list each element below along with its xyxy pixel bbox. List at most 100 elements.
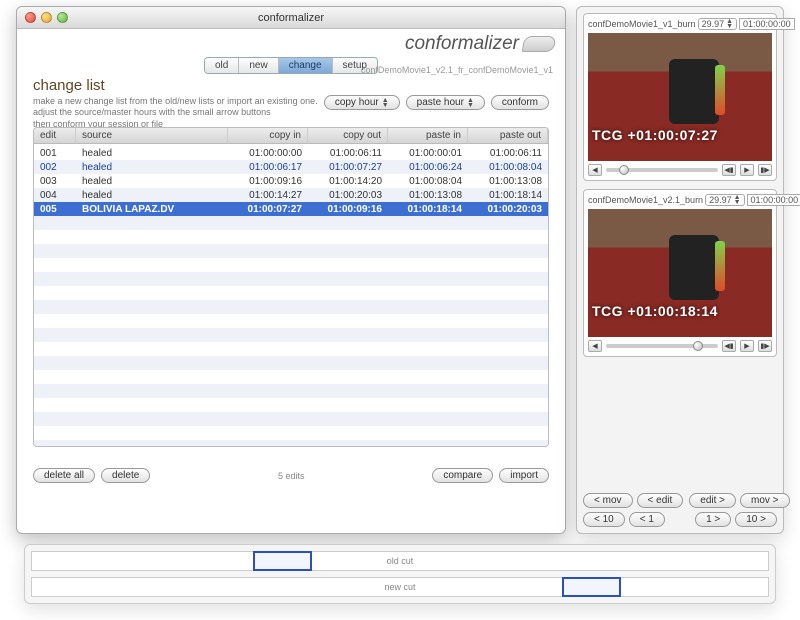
stepper-icon: ▲▼ (467, 98, 474, 108)
croissant-icon (522, 36, 557, 52)
table-footer: delete all delete 5 edits compare import (33, 468, 549, 483)
cut-timeline: old cut new cut (24, 544, 776, 604)
titlebar: conformalizer (17, 7, 565, 29)
table-row-empty (34, 258, 548, 272)
timecode-box[interactable]: 01:00:00:00 (747, 194, 800, 206)
table-row-empty (34, 356, 548, 370)
playhead-icon[interactable] (619, 165, 629, 175)
table-cell: 005 (34, 204, 76, 215)
tab-change[interactable]: change (279, 58, 333, 73)
table-cell: 01:00:07:27 (308, 162, 388, 173)
table-cell: 01:00:06:17 (228, 162, 308, 173)
table-body[interactable]: 001healed01:00:00:0001:00:06:1101:00:00:… (34, 146, 548, 446)
table-cell: 003 (34, 176, 76, 187)
table-row[interactable]: 002healed01:00:06:1701:00:07:2701:00:06:… (34, 160, 548, 174)
prev-mov-button[interactable]: < mov (583, 493, 633, 508)
table-row[interactable]: 003healed01:00:09:1601:00:14:2001:00:08:… (34, 174, 548, 188)
volume-icon[interactable]: ◀ (588, 164, 602, 176)
old-cut-track[interactable]: old cut (31, 551, 769, 571)
window-title: conformalizer (17, 12, 565, 24)
new-cut-label: new cut (384, 582, 415, 592)
table-cell: 01:00:08:04 (388, 176, 468, 187)
session-name: confDemoMovie1_v2.1_fr_confDemoMovie1_v1 (361, 65, 553, 75)
video-content (669, 235, 719, 300)
step-fwd-icon[interactable]: ▮▶ (758, 340, 772, 352)
table-row-empty (34, 216, 548, 230)
video-preview[interactable]: TCG +01:00:18:14 (588, 209, 772, 337)
scrubber: ◀ ◀▮ ▶ ▮▶ (588, 164, 772, 176)
old-cut-block[interactable] (253, 551, 312, 571)
table-row-empty (34, 384, 548, 398)
table-cell: 01:00:09:16 (308, 204, 388, 215)
video-preview[interactable]: TCG +01:00:07:27 (588, 33, 772, 161)
col-source[interactable]: source (76, 128, 228, 143)
stepper-icon: ▲▼ (726, 19, 733, 29)
stepper-icon: ▲▼ (382, 98, 389, 108)
table-cell: 01:00:00:01 (388, 148, 468, 159)
fps-selector[interactable]: 29.97 ▲▼ (705, 194, 744, 206)
col-copy-out[interactable]: copy out (308, 128, 388, 143)
table-row-empty (34, 272, 548, 286)
table-cell: BOLIVIA LAPAZ.DV (76, 204, 228, 215)
back-10-button[interactable]: < 10 (583, 512, 625, 527)
table-row[interactable]: 004healed01:00:14:2701:00:20:0301:00:13:… (34, 188, 548, 202)
next-edit-button[interactable]: edit > (689, 493, 736, 508)
paste-hour-button[interactable]: paste hour ▲▼ (406, 95, 485, 110)
col-edit[interactable]: edit (34, 128, 76, 143)
next-mov-button[interactable]: mov > (740, 493, 790, 508)
fwd-10-button[interactable]: 10 > (735, 512, 777, 527)
timecode-box[interactable]: 01:00:00:00 (739, 18, 795, 30)
preview-panel: confDemoMovie1_v1_burn29.97 ▲▼01:00:00:0… (576, 6, 784, 534)
table-row-empty (34, 440, 548, 446)
table-row-empty (34, 230, 548, 244)
table-row[interactable]: 005BOLIVIA LAPAZ.DV01:00:07:2701:00:09:1… (34, 202, 548, 216)
import-button[interactable]: import (499, 468, 549, 483)
section-title: change list (33, 77, 549, 94)
fps-selector[interactable]: 29.97 ▲▼ (698, 18, 737, 30)
playhead-icon[interactable] (693, 341, 703, 351)
compare-button[interactable]: compare (432, 468, 493, 483)
table-cell: 01:00:14:27 (228, 190, 308, 201)
step-back-icon[interactable]: ◀▮ (722, 340, 736, 352)
table-cell: 01:00:14:20 (308, 176, 388, 187)
volume-icon[interactable]: ◀ (588, 340, 602, 352)
table-cell: 01:00:06:11 (468, 148, 548, 159)
delete-all-button[interactable]: delete all (33, 468, 95, 483)
table-cell: 004 (34, 190, 76, 201)
step-back-icon[interactable]: ◀▮ (722, 164, 736, 176)
tab-old[interactable]: old (205, 58, 239, 73)
table-cell: 002 (34, 162, 76, 173)
table-row-empty (34, 328, 548, 342)
brand-text: conformalizer (405, 33, 519, 55)
table-cell: 01:00:13:08 (388, 190, 468, 201)
col-copy-in[interactable]: copy in (228, 128, 308, 143)
copy-hour-label: copy hour (335, 97, 379, 108)
tab-new[interactable]: new (239, 58, 278, 73)
play-icon[interactable]: ▶ (740, 164, 754, 176)
delete-button[interactable]: delete (101, 468, 150, 483)
new-cut-track[interactable]: new cut (31, 577, 769, 597)
back-1-button[interactable]: < 1 (629, 512, 665, 527)
table-cell: 01:00:18:14 (388, 204, 468, 215)
tab-bar: old new change setup (204, 57, 378, 74)
scrubber-track[interactable] (606, 168, 718, 172)
nav-buttons: < mov < edit edit > mov > < 10 < 1 1 > 1… (583, 493, 777, 527)
copy-hour-button[interactable]: copy hour ▲▼ (324, 95, 400, 110)
prev-edit-button[interactable]: < edit (637, 493, 684, 508)
step-fwd-icon[interactable]: ▮▶ (758, 164, 772, 176)
table-row[interactable]: 001healed01:00:00:0001:00:06:1101:00:00:… (34, 146, 548, 160)
table-row-empty (34, 370, 548, 384)
play-icon[interactable]: ▶ (740, 340, 754, 352)
stepper-icon: ▲▼ (734, 195, 741, 205)
table-cell: 01:00:07:27 (228, 204, 308, 215)
fwd-1-button[interactable]: 1 > (695, 512, 731, 527)
scrubber-track[interactable] (606, 344, 718, 348)
table-cell: 001 (34, 148, 76, 159)
table-cell: 01:00:06:24 (388, 162, 468, 173)
conform-button[interactable]: conform (491, 95, 549, 110)
change-table: edit source copy in copy out paste in pa… (33, 127, 549, 447)
col-paste-in[interactable]: paste in (388, 128, 468, 143)
col-paste-out[interactable]: paste out (468, 128, 548, 143)
new-cut-block[interactable] (562, 577, 621, 597)
change-list-section: change list make a new change list from … (33, 77, 549, 483)
